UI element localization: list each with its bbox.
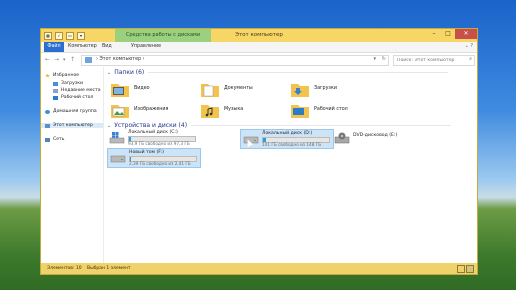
folders-section-header[interactable]: ⌄ Папки (6) xyxy=(107,69,449,76)
folder-desktop[interactable]: Рабочий стол xyxy=(290,100,360,122)
minimize-button[interactable]: – xyxy=(427,29,441,39)
status-bar: Элементов: 10 Выбран 1 элемент xyxy=(41,264,477,274)
desktop-icon xyxy=(53,95,58,100)
search-icon[interactable]: ⌕ xyxy=(469,56,472,62)
collapse-chevron-icon[interactable]: ⌄ xyxy=(107,70,111,76)
section-title: Папки (6) xyxy=(114,69,145,76)
search-input[interactable] xyxy=(395,56,465,65)
item-count: Элементов: 10 xyxy=(47,266,82,271)
folder-name: Рабочий стол xyxy=(314,107,348,112)
section-divider xyxy=(148,72,449,73)
sidebar-item-label: Рабочий стол xyxy=(61,95,94,100)
tab-manage[interactable]: Управление xyxy=(131,42,161,52)
hard-drive-icon xyxy=(110,155,126,163)
title-bar[interactable]: ▦ ✓ ▭ ▾ Средства работы с дисками Этот к… xyxy=(41,29,477,42)
drives-section-header[interactable]: ⌄ Устройства и диски (4) xyxy=(107,122,452,129)
back-icon[interactable]: ← xyxy=(45,56,50,63)
downloads-icon xyxy=(53,81,58,86)
maximize-button[interactable]: □ xyxy=(441,29,455,39)
tab-view[interactable]: Вид xyxy=(102,42,112,52)
star-icon xyxy=(45,73,50,78)
drive-name: Локальный диск (D:) xyxy=(262,131,313,136)
sidebar-item-label: Избранное xyxy=(53,73,80,78)
details-view-icon[interactable] xyxy=(457,265,465,273)
computer-icon xyxy=(45,123,50,128)
sidebar-item-label: Недавние места xyxy=(61,88,101,93)
folder-name: Видео xyxy=(134,86,150,91)
drive-name: Локальный диск (C:) xyxy=(128,130,178,135)
folder-music[interactable]: Музыка xyxy=(200,100,270,122)
sidebar-item-recent-places[interactable]: Недавние места xyxy=(53,88,101,93)
selection-count: Выбран 1 элемент xyxy=(87,266,131,271)
tab-file[interactable]: Файл xyxy=(44,42,64,52)
breadcrumb[interactable]: › Этот компьютер › xyxy=(96,57,145,62)
ribbon-tabs: Файл Компьютер Вид Управление ⌄ ? xyxy=(41,42,477,53)
drive-c[interactable]: Локальный диск (C:) 93,9 ГБ свободно из … xyxy=(107,129,199,147)
drive-e[interactable]: DVD-дисковод (E:) xyxy=(332,129,424,147)
close-button[interactable]: ✕ xyxy=(455,29,477,39)
refresh-icon[interactable]: ↻ xyxy=(382,56,386,62)
drive-d[interactable]: Локальный диск (D:) 141 ГБ свободно из 1… xyxy=(240,129,334,149)
sidebar-item-network[interactable]: Сеть xyxy=(45,137,64,142)
explorer-window: ▦ ✓ ▭ ▾ Средства работы с дисками Этот к… xyxy=(40,28,478,275)
sidebar-item-this-pc[interactable]: Этот компьютер xyxy=(41,123,103,128)
tab-computer[interactable]: Компьютер xyxy=(68,42,97,52)
breadcrumb-item[interactable]: Этот компьютер xyxy=(99,57,141,62)
homegroup-icon xyxy=(45,109,50,114)
folder-name: Изображения xyxy=(134,107,169,112)
drive-free-space: 2,39 ГБ свободно из 2,41 ГБ xyxy=(129,161,191,166)
sidebar-item-homegroup[interactable]: Домашняя группа xyxy=(45,109,97,114)
sidebar-item-label: Загрузки xyxy=(61,81,84,86)
collapse-chevron-icon[interactable]: ⌄ xyxy=(107,123,111,129)
folder-name: Документы xyxy=(224,86,253,91)
address-dropdown-icon[interactable]: ▾ xyxy=(373,56,376,62)
video-folder-icon xyxy=(111,84,129,97)
sidebar-item-downloads[interactable]: Загрузки xyxy=(53,81,83,86)
sidebar-item-label: Этот компьютер xyxy=(53,123,93,128)
folder-video[interactable]: Видео xyxy=(110,79,180,101)
dvd-drive-icon xyxy=(334,132,350,144)
folder-documents[interactable]: Документы xyxy=(200,79,270,101)
windows-drive-icon xyxy=(109,132,125,144)
folder-pictures[interactable]: Изображения xyxy=(110,100,180,122)
downloads-folder-icon xyxy=(291,84,309,97)
content-pane: ⌄ Папки (6) Видео Документы Загрузки Изо… xyxy=(104,67,477,263)
tiles-view-icon[interactable] xyxy=(466,265,474,273)
ribbon-expand-icon[interactable]: ⌄ ? xyxy=(465,43,473,49)
sidebar-item-favorites[interactable]: Избранное xyxy=(45,73,79,78)
section-divider xyxy=(191,125,452,126)
recent-dropdown-icon[interactable]: ▾ xyxy=(63,57,66,63)
music-folder-icon xyxy=(201,105,219,118)
drive-name: DVD-дисковод (E:) xyxy=(353,133,398,138)
documents-folder-icon xyxy=(201,84,219,97)
recent-places-icon xyxy=(53,88,58,93)
drive-free-space: 93,9 ГБ свободно из 97,3 ГБ xyxy=(128,141,190,146)
search-box: ⌕ xyxy=(393,55,475,66)
network-icon xyxy=(45,137,50,142)
window-controls: – □ ✕ xyxy=(427,29,477,39)
section-title: Устройства и диски (4) xyxy=(114,122,188,129)
folder-downloads[interactable]: Загрузки xyxy=(290,79,360,101)
forward-icon[interactable]: → xyxy=(54,56,59,63)
sidebar-item-label: Сеть xyxy=(53,137,65,142)
pictures-folder-icon xyxy=(111,105,129,118)
address-bar[interactable]: › Этот компьютер › ▾ ↻ xyxy=(81,55,389,66)
window-title: Этот компьютер xyxy=(235,32,283,38)
computer-icon xyxy=(85,57,92,63)
address-row: ← → ▾ ↑ › Этот компьютер › ▾ ↻ ⌕ xyxy=(41,53,477,68)
drive-name: Новый том (F:) xyxy=(129,150,164,155)
sidebar-item-label: Домашняя группа xyxy=(53,109,97,114)
drive-f[interactable]: Новый том (F:) 2,39 ГБ свободно из 2,41 … xyxy=(107,148,201,168)
up-icon[interactable]: ↑ xyxy=(70,56,75,63)
navigation-pane: Избранное Загрузки Недавние места Рабочи… xyxy=(41,67,104,263)
folder-name: Музыка xyxy=(224,107,244,112)
folder-name: Загрузки xyxy=(314,86,337,91)
sidebar-item-desktop[interactable]: Рабочий стол xyxy=(53,95,93,100)
drive-free-space: 141 ГБ свободно из 148 ГБ xyxy=(262,142,322,147)
desktop-folder-icon xyxy=(291,105,309,118)
